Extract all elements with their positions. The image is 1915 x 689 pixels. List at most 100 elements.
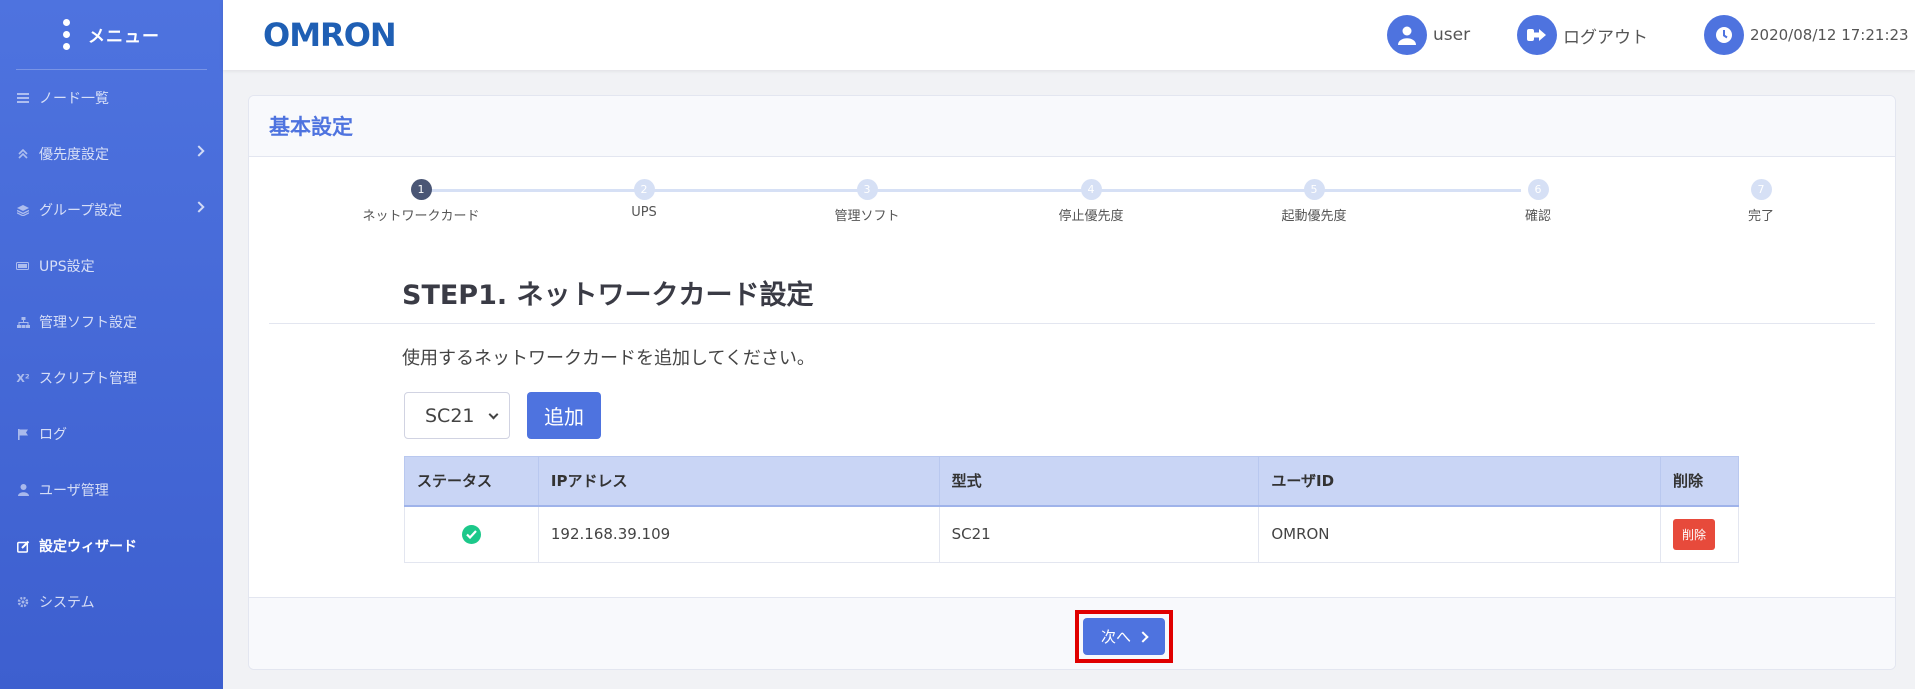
step-complete: 7 完了 (1686, 179, 1836, 224)
column-header: IPアドレス (537, 456, 940, 507)
step-number: 3 (856, 179, 878, 200)
sort-icon (16, 147, 30, 161)
user-id-cell: OMRON (1258, 505, 1661, 563)
column-header: ステータス (404, 456, 539, 507)
sidebar-item-script[interactable]: X² スクリプト管理 (0, 350, 223, 406)
sidebar-item-group[interactable]: グループ設定 (0, 182, 223, 238)
sidebar-item-system[interactable]: システム (0, 574, 223, 630)
sidebar-item-setup-wizard[interactable]: 設定ウィザード (0, 518, 223, 574)
check-circle-icon (461, 524, 481, 544)
divider (269, 323, 1875, 324)
step-network-card: 1 ネットワークカード (346, 179, 496, 224)
chevron-right-icon (193, 145, 205, 157)
user-avatar-icon (1387, 15, 1427, 55)
column-header: 削除 (1660, 456, 1739, 507)
step-label: ネットワークカード (362, 209, 480, 224)
add-controls: SC21 追加 (404, 392, 601, 439)
sidebar-item-label: 管理ソフト設定 (39, 315, 137, 331)
sidebar-item-label: 優先度設定 (39, 147, 109, 163)
sidebar-item-ups[interactable]: UPS設定 (0, 238, 223, 294)
step-heading: STEP1. ネットワークカード設定 (402, 280, 814, 311)
add-button[interactable]: 追加 (527, 392, 601, 439)
sitemap-icon (16, 315, 30, 329)
column-header: ユーザID (1258, 456, 1661, 507)
sidebar-item-priority[interactable]: 優先度設定 (0, 126, 223, 182)
user-icon (16, 483, 30, 497)
sign-out-icon (1517, 15, 1557, 55)
column-header: 型式 (938, 456, 1260, 507)
sidebar: メニュー ノード一覧 優先度設定 グループ設定 UPS設定 管理ソフト設定 X²… (0, 0, 223, 689)
battery-icon (16, 259, 30, 273)
wizard-stepper: 1 ネットワークカード 2 UPS 3 管理ソフト 4 停止優先度 5 起動優先… (249, 179, 1895, 224)
gear-icon (16, 595, 30, 609)
sidebar-item-node-list[interactable]: ノード一覧 (0, 70, 223, 126)
chevron-right-icon (193, 201, 205, 213)
sidebar-title: メニュー (88, 27, 160, 47)
sidebar-item-label: UPS設定 (39, 259, 95, 275)
step-ups: 2 UPS (569, 179, 719, 220)
sidebar-item-label: システム (39, 595, 95, 611)
user-menu[interactable]: user (1387, 15, 1470, 55)
step-number: 5 (1303, 179, 1325, 200)
table-row: 192.168.39.109 SC21 OMRON 削除 (404, 505, 1739, 563)
edit-icon (16, 539, 30, 553)
step-number: 1 (410, 179, 432, 200)
kebab-menu-icon (63, 19, 70, 50)
sidebar-item-label: ノード一覧 (39, 91, 109, 107)
sidebar-item-label: 設定ウィザード (39, 539, 137, 555)
step-shutdown-priority: 4 停止優先度 (1016, 179, 1166, 224)
sidebar-item-label: スクリプト管理 (39, 371, 137, 387)
delete-cell: 削除 (1660, 505, 1739, 563)
step-label: 確認 (1524, 209, 1551, 224)
clock-icon (1704, 15, 1744, 55)
highlight-box: 次へ (1075, 610, 1173, 663)
logout-button[interactable]: ログアウト (1517, 15, 1648, 55)
superscript-icon: X² (16, 371, 30, 385)
sidebar-item-label: ユーザ管理 (39, 483, 109, 499)
flag-icon (16, 427, 30, 441)
step-label: 停止優先度 (1058, 209, 1124, 224)
setup-card: 基本設定 1 ネットワークカード 2 UPS 3 管理ソフト 4 停止優先度 5… (248, 95, 1896, 670)
model-select-value: SC21 (425, 404, 475, 427)
sidebar-item-log[interactable]: ログ (0, 406, 223, 462)
sidebar-header[interactable]: メニュー (16, 0, 207, 70)
username: user (1433, 25, 1471, 45)
next-button[interactable]: 次へ (1083, 618, 1165, 655)
model-cell: SC21 (938, 505, 1260, 563)
step-label: 起動優先度 (1281, 209, 1347, 224)
table-header-row: ステータス IPアドレス 型式 ユーザID 削除 (404, 456, 1739, 507)
datetime-text: 2020/08/12 17:21:23 (1750, 26, 1909, 44)
step-label: 管理ソフト (834, 209, 900, 224)
step-confirm: 6 確認 (1463, 179, 1613, 224)
card-footer: 次へ (249, 597, 1895, 669)
sidebar-item-label: ログ (39, 427, 67, 443)
model-select[interactable]: SC21 (404, 392, 510, 439)
sidebar-item-management-software[interactable]: 管理ソフト設定 (0, 294, 223, 350)
sidebar-item-user-management[interactable]: ユーザ管理 (0, 462, 223, 518)
status-cell (404, 505, 539, 563)
network-card-table: ステータス IPアドレス 型式 ユーザID 削除 192.168.39.109 … (404, 456, 1739, 563)
step-number: 7 (1750, 179, 1772, 200)
step-management-software: 3 管理ソフト (792, 179, 942, 224)
step-startup-priority: 5 起動優先度 (1239, 179, 1389, 224)
card-title: 基本設定 (249, 96, 1895, 157)
logout-label: ログアウト (1563, 27, 1648, 48)
instruction-text: 使用するネットワークカードを追加してください。 (402, 348, 815, 369)
sidebar-menu: ノード一覧 優先度設定 グループ設定 UPS設定 管理ソフト設定 X² スクリプ… (0, 70, 223, 630)
step-label: 完了 (1747, 209, 1774, 224)
delete-button[interactable]: 削除 (1673, 518, 1716, 550)
omron-logo: OMRON (263, 16, 397, 54)
ip-cell: 192.168.39.109 (537, 505, 940, 563)
step-label: UPS (631, 205, 657, 220)
chevron-right-icon (1137, 630, 1149, 643)
datetime-display: 2020/08/12 17:21:23 (1704, 15, 1909, 55)
layers-icon (16, 203, 30, 217)
sidebar-item-label: グループ設定 (39, 203, 123, 219)
step-number: 6 (1527, 179, 1549, 200)
next-label: 次へ (1100, 628, 1131, 646)
list-icon (16, 91, 30, 105)
step-number: 2 (633, 179, 655, 200)
top-bar: OMRON user ログアウト 2020/08/12 17:21:23 (223, 0, 1915, 70)
step-number: 4 (1080, 179, 1102, 200)
chevron-down-icon (488, 409, 499, 420)
